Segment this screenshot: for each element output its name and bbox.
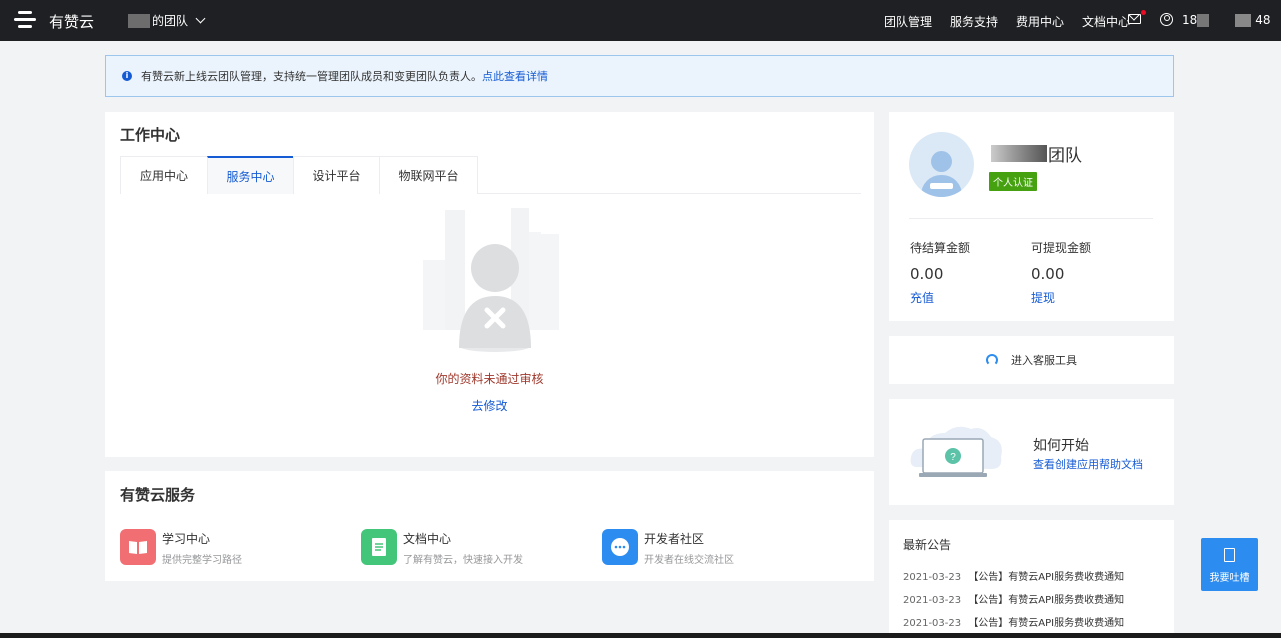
pending-amount-value: 0.00	[910, 265, 944, 283]
team-profile-card: 团队 个人认证 待结算金额 0.00 充值 可提现金额 0.00 提现	[889, 112, 1174, 321]
pending-amount-label: 待结算金额	[910, 241, 971, 255]
team-name: 团队	[991, 141, 1082, 166]
announcement-item[interactable]: 2021-03-23 【公告】有赞云API服务费收费通知	[903, 568, 1124, 583]
announcement-text: 【公告】有赞云API服务费收费通知	[968, 618, 1125, 629]
announcement-text: 【公告】有赞云API服务费收费通知	[968, 572, 1125, 583]
nav-service-support[interactable]: 服务支持	[950, 13, 998, 30]
announcements-card: 最新公告 2021-03-23 【公告】有赞云API服务费收费通知 2021-0…	[889, 520, 1174, 638]
svg-text:?: ?	[950, 452, 956, 463]
book-icon	[120, 529, 156, 565]
edit-icon	[1224, 548, 1235, 562]
service-docs-center[interactable]: 文档中心 了解有赞云，快速接入开发	[361, 529, 523, 566]
work-center-title: 工作中心	[120, 126, 181, 144]
team-switcher[interactable]: 的团队	[128, 12, 206, 29]
pending-settlement-block: 待结算金额 0.00 充值	[910, 239, 970, 306]
banner-text: 有赞云新上线云团队管理，支持统一管理团队成员和变更团队负责人。	[141, 70, 482, 83]
chat-bubble-icon	[602, 529, 638, 565]
redacted-user-part	[1197, 13, 1210, 27]
redacted-team-name	[128, 13, 150, 28]
work-center-card: 工作中心 应用中心 服务中心 设计平台 物联网平台 你的资料未通过审核 去修改	[105, 112, 874, 457]
top-navigation-bar: 有赞云 的团队 团队管理 服务支持 费用中心 文档中心 18 48	[0, 0, 1281, 41]
user-account-suffix: 48	[1255, 13, 1271, 27]
announcement-item[interactable]: 2021-03-23 【公告】有赞云API服务费收费通知	[903, 614, 1124, 629]
feedback-button[interactable]: 我要吐槽	[1201, 538, 1258, 591]
withdraw-link[interactable]: 提现	[1031, 289, 1091, 306]
nav-team-management[interactable]: 团队管理	[884, 13, 932, 30]
youzan-services-card: 有赞云服务 学习中心 提供完整学习路径 文档中心 了解有赞云，快速接入开发 开发…	[105, 471, 874, 581]
getting-started-title: 如何开始	[1033, 438, 1089, 454]
document-icon	[361, 529, 397, 565]
withdrawable-block: 可提现金额 0.00 提现	[1031, 239, 1091, 306]
service-title: 文档中心	[403, 532, 452, 546]
announcement-date: 2021-03-23	[903, 595, 962, 606]
avatar[interactable]	[909, 132, 974, 197]
customer-service-label: 进入客服工具	[1011, 354, 1077, 367]
create-app-docs-link[interactable]: 查看创建应用帮助文档	[1033, 456, 1143, 472]
tab-service-center[interactable]: 服务中心	[207, 156, 294, 194]
service-title: 开发者社区	[644, 532, 705, 546]
announcement-item[interactable]: 2021-03-23 【公告】有赞云API服务费收费通知	[903, 591, 1124, 606]
cloud-laptop-illustration: ?	[910, 426, 1002, 477]
headset-icon	[986, 354, 998, 366]
tab-iot-platform[interactable]: 物联网平台	[379, 156, 478, 194]
services-title: 有赞云服务	[120, 486, 196, 504]
logo-icon[interactable]	[14, 11, 36, 29]
nav-docs-center[interactable]: 文档中心	[1082, 13, 1130, 30]
top-nav-links: 团队管理 服务支持 费用中心 文档中心	[884, 13, 1148, 30]
team-switcher-label: 的团队	[152, 14, 189, 28]
certification-badge: 个人认证	[989, 172, 1037, 191]
announcement-date: 2021-03-23	[903, 618, 962, 629]
service-developer-community[interactable]: 开发者社区 开发者在线交流社区	[602, 529, 734, 566]
banner-details-link[interactable]: 点此查看详情	[482, 68, 548, 84]
service-subtitle: 开发者在线交流社区	[644, 555, 734, 566]
service-subtitle: 提供完整学习路径	[162, 555, 242, 566]
service-title: 学习中心	[162, 532, 211, 546]
announcement-text: 【公告】有赞云API服务费收费通知	[968, 595, 1125, 606]
feedback-label: 我要吐槽	[1209, 573, 1250, 584]
review-failed-illustration	[423, 208, 559, 352]
divider	[909, 218, 1153, 219]
user-account[interactable]: 18 48	[1182, 13, 1271, 27]
nav-billing-center[interactable]: 费用中心	[1016, 13, 1064, 30]
announcement-date: 2021-03-23	[903, 572, 962, 583]
announcement-banner: i 有赞云新上线云团队管理，支持统一管理团队成员和变更团队负责人。 点此查看详情	[105, 55, 1174, 97]
unread-dot	[1141, 10, 1146, 15]
brand-name[interactable]: 有赞云	[49, 11, 94, 32]
withdrawable-amount-label: 可提现金额	[1031, 241, 1092, 255]
tab-design-platform[interactable]: 设计平台	[293, 156, 380, 194]
withdrawable-amount-value: 0.00	[1031, 265, 1065, 283]
chevron-down-icon	[195, 13, 206, 24]
info-icon: i	[122, 71, 132, 81]
mail-icon[interactable]	[1128, 14, 1141, 24]
work-center-tabs: 应用中心 服务中心 设计平台 物联网平台	[120, 156, 861, 194]
getting-started-card: ? 如何开始 查看创建应用帮助文档	[889, 399, 1174, 505]
customer-service-button[interactable]: 进入客服工具	[889, 336, 1174, 384]
service-learning-center[interactable]: 学习中心 提供完整学习路径	[120, 529, 242, 566]
user-icon[interactable]	[1160, 13, 1173, 26]
team-name-suffix: 团队	[1048, 146, 1082, 166]
review-failed-message: 你的资料未通过审核	[435, 372, 544, 386]
tab-app-center[interactable]: 应用中心	[120, 156, 208, 194]
redacted-user-part	[1235, 13, 1252, 27]
edit-profile-link[interactable]: 去修改	[105, 397, 874, 414]
recharge-link[interactable]: 充值	[910, 289, 970, 306]
screen-bottom-edge	[0, 633, 1281, 638]
redacted-team-name	[991, 145, 1047, 162]
announcements-title: 最新公告	[903, 538, 952, 552]
user-account-prefix: 18	[1182, 13, 1198, 27]
service-subtitle: 了解有赞云，快速接入开发	[403, 555, 523, 566]
